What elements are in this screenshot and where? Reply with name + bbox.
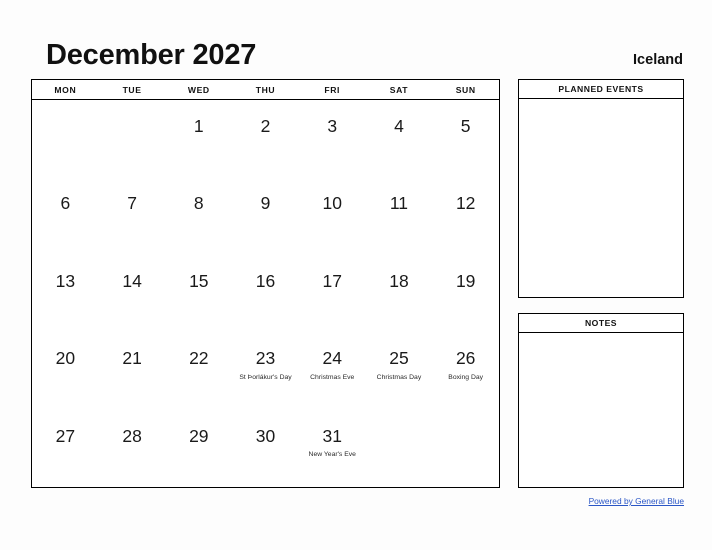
page-header: December 2027 Iceland	[46, 30, 683, 70]
country-label: Iceland	[633, 51, 683, 68]
day-number: 21	[122, 348, 142, 369]
day-cell-31[interactable]: 31 New Year's Eve	[299, 410, 366, 487]
calendar-week-row: 1 2 3 4 5	[32, 100, 499, 177]
calendar-grid: MON TUE WED THU FRI SAT SUN 1 2 3 4 5 6 7 8 9 10 11 12 13 1…	[31, 79, 500, 488]
day-cell-5[interactable]: 5	[432, 100, 499, 177]
calendar-week-row: 27 28 29 30 31 New Year's Eve	[32, 410, 499, 487]
day-cell-17[interactable]: 17	[299, 255, 366, 332]
day-cell-14[interactable]: 14	[99, 255, 166, 332]
weekday-header-sat: SAT	[389, 84, 409, 95]
powered-by-link[interactable]: Powered by General Blue	[518, 496, 684, 506]
day-cell-12[interactable]: 12	[432, 177, 499, 254]
day-number: 25	[389, 348, 409, 369]
weekday-header-tue: TUE	[122, 84, 142, 95]
day-cell-empty	[432, 410, 499, 487]
day-cell-19[interactable]: 19	[432, 255, 499, 332]
day-cell-30[interactable]: 30	[232, 410, 299, 487]
notes-body[interactable]	[519, 333, 683, 487]
day-number: 5	[460, 116, 471, 136]
day-number: 26	[455, 348, 476, 369]
day-number: 11	[389, 193, 409, 214]
page-title: December 2027	[46, 39, 257, 71]
day-number: 15	[189, 270, 209, 291]
calendar-page: December 2027 Iceland MON TUE WED THU FRI SAT…	[0, 0, 712, 550]
day-number: 13	[55, 270, 76, 291]
day-cell-21[interactable]: 21	[99, 332, 166, 409]
day-number: 9	[260, 193, 271, 214]
day-event-label: Boxing Day	[448, 373, 484, 381]
day-cell-13[interactable]: 13	[32, 255, 99, 332]
day-number: 22	[189, 348, 209, 369]
planned-events-panel: PLANNED EVENTS	[518, 79, 684, 298]
day-cell-23[interactable]: 23 St Þorlákur's Day	[232, 332, 299, 409]
day-number: 23	[255, 348, 276, 369]
day-cell-27[interactable]: 27	[32, 410, 99, 487]
day-number: 14	[122, 270, 142, 291]
weekday-header-thu: THU	[255, 84, 276, 95]
weekday-header-sun: SUN	[455, 84, 476, 95]
day-cell-22[interactable]: 22	[165, 332, 232, 409]
calendar-week-row: 6 7 8 9 10 11 12	[32, 177, 499, 254]
notes-panel: NOTES	[518, 313, 684, 488]
day-cell-4[interactable]: 4	[366, 100, 433, 177]
day-number: 18	[389, 270, 409, 291]
day-event-label: Christmas Day	[376, 373, 422, 381]
day-cell-26[interactable]: 26 Boxing Day	[432, 332, 499, 409]
day-cell-6[interactable]: 6	[32, 177, 99, 254]
day-cell-2[interactable]: 2	[232, 100, 299, 177]
notes-title: NOTES	[519, 314, 683, 333]
day-cell-25[interactable]: 25 Christmas Day	[366, 332, 433, 409]
day-number: 27	[55, 425, 76, 446]
planned-events-title: PLANNED EVENTS	[519, 80, 683, 99]
calendar-week-row: 13 14 15 16 17 18 19	[32, 255, 499, 332]
day-number: 19	[455, 270, 476, 291]
calendar-week-row: 20 21 22 23 St Þorlákur's Day 24 Christmas Eve…	[32, 332, 499, 409]
day-number: 4	[394, 116, 404, 136]
weekday-header-mon: MON	[54, 84, 77, 95]
day-cell-empty	[366, 410, 433, 487]
day-number: 7	[127, 193, 137, 214]
day-number: 30	[255, 425, 276, 446]
weekday-header-row: MON TUE WED THU FRI SAT SUN	[32, 80, 499, 100]
day-number: 2	[260, 116, 271, 136]
day-number: 28	[122, 425, 142, 446]
calendar-weeks: 1 2 3 4 5 6 7 8 9 10 11 12 13 14 15 16 17 18 19 20 21 22 23 St …	[32, 100, 499, 487]
day-cell-1[interactable]: 1	[165, 100, 232, 177]
day-cell-10[interactable]: 10	[299, 177, 366, 254]
day-cell-3[interactable]: 3	[299, 100, 366, 177]
day-cell-18[interactable]: 18	[366, 255, 433, 332]
day-cell-9[interactable]: 9	[232, 177, 299, 254]
day-event-label: St Þorlákur's Day	[239, 373, 292, 381]
day-cell-8[interactable]: 8	[165, 177, 232, 254]
day-cell-15[interactable]: 15	[165, 255, 232, 332]
day-number: 10	[322, 193, 342, 214]
day-event-label: Christmas Eve	[310, 373, 355, 381]
day-cell-11[interactable]: 11	[366, 177, 433, 254]
day-cell-20[interactable]: 20	[32, 332, 99, 409]
weekday-header-fri: FRI	[324, 84, 341, 95]
day-number: 24	[322, 348, 342, 369]
day-number: 8	[193, 193, 204, 214]
day-number: 29	[189, 425, 209, 446]
day-cell-16[interactable]: 16	[232, 255, 299, 332]
day-cell-empty	[99, 100, 166, 177]
day-cell-29[interactable]: 29	[165, 410, 232, 487]
day-number: 17	[322, 270, 342, 291]
day-number: 20	[55, 348, 76, 369]
day-cell-7[interactable]: 7	[99, 177, 166, 254]
day-number: 12	[455, 193, 476, 214]
day-number: 6	[60, 193, 71, 214]
day-cell-24[interactable]: 24 Christmas Eve	[299, 332, 366, 409]
day-number: 31	[322, 425, 342, 446]
planned-events-body[interactable]	[519, 99, 683, 297]
day-event-label: New Year's Eve	[308, 451, 356, 459]
day-number: 1	[193, 116, 204, 136]
day-number: 16	[255, 270, 276, 291]
day-cell-28[interactable]: 28	[99, 410, 166, 487]
day-number: 3	[327, 116, 338, 136]
weekday-header-wed: WED	[187, 84, 210, 95]
day-cell-empty	[32, 100, 99, 177]
